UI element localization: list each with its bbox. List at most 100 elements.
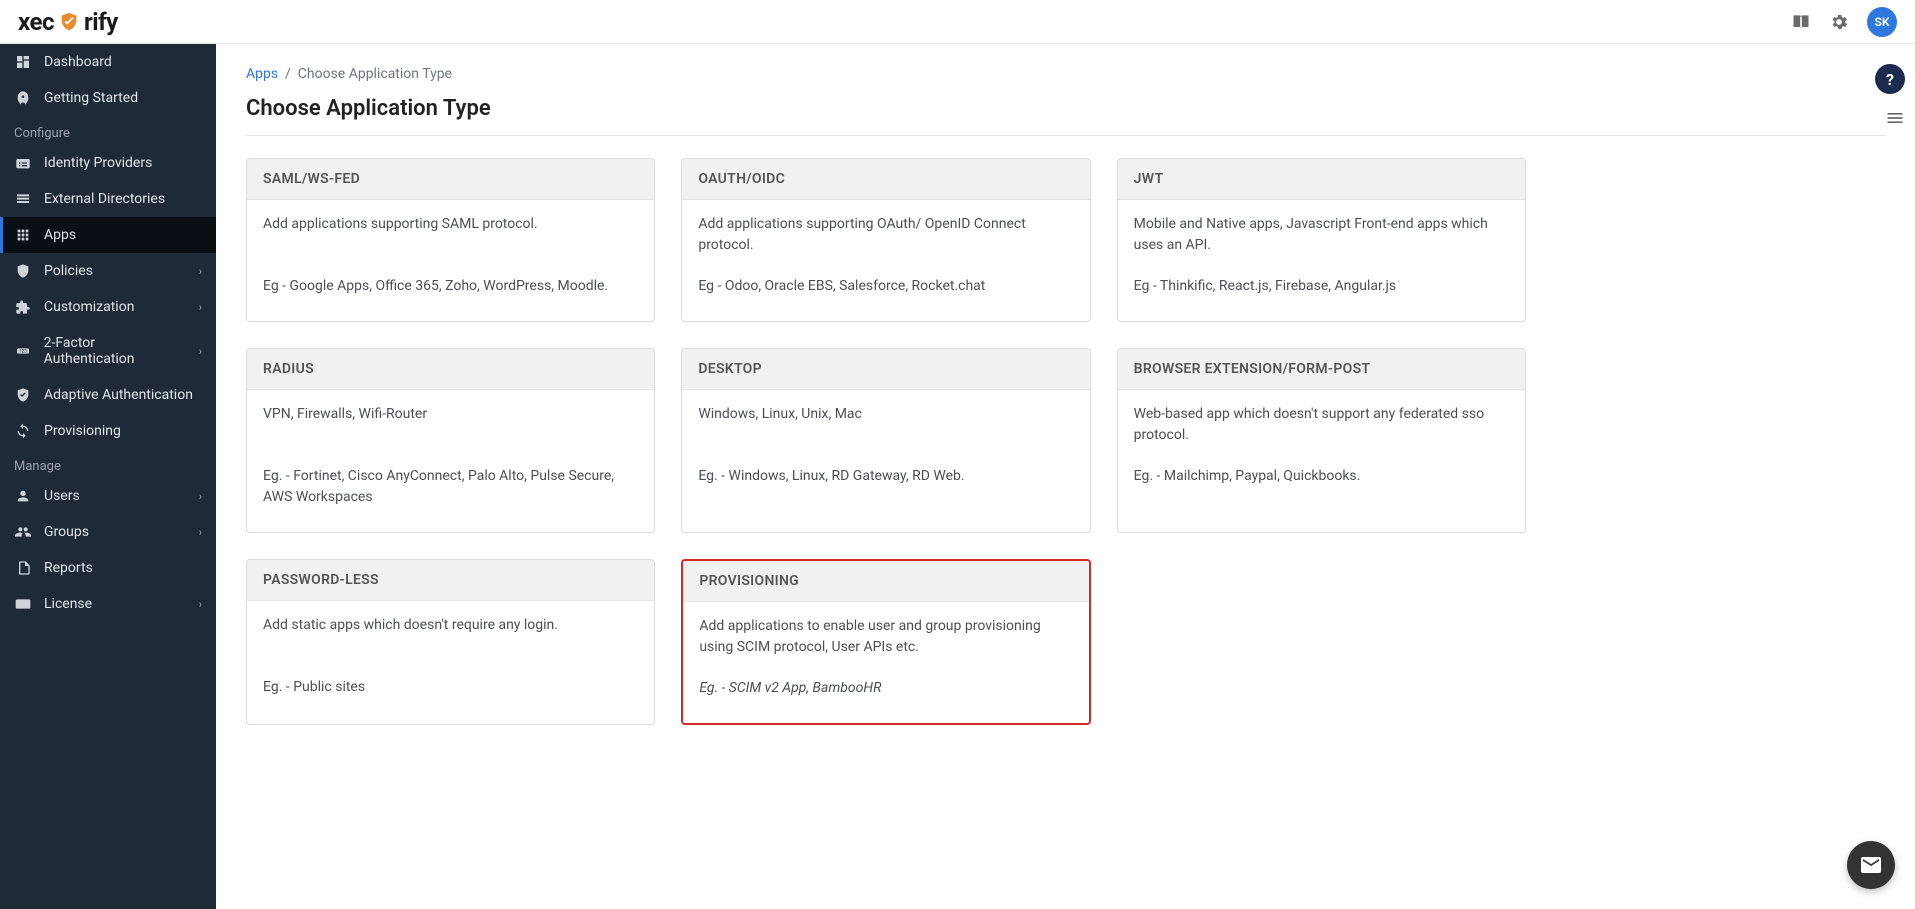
pin-icon: 123 <box>14 343 32 359</box>
clipboard-icon <box>14 560 32 576</box>
card-title: JWT <box>1118 159 1525 200</box>
top-actions: SK <box>1791 7 1897 37</box>
list-icon <box>14 191 32 207</box>
card-description: Add static apps which doesn't require an… <box>263 615 638 657</box>
sidebar-item-apps[interactable]: Apps <box>0 217 216 253</box>
gear-icon[interactable] <box>1829 12 1849 32</box>
sidebar-item-users[interactable]: Users › <box>0 478 216 514</box>
sidebar-item-external-directories[interactable]: External Directories <box>0 181 216 217</box>
puzzle-icon <box>14 299 32 315</box>
sidebar-item-label: Groups <box>44 524 89 540</box>
id-icon <box>14 155 32 171</box>
shield-icon <box>14 263 32 279</box>
sidebar-item-label: Provisioning <box>44 423 121 439</box>
brand-shield-icon <box>58 11 80 33</box>
app-type-card-desktop[interactable]: DESKTOP Windows, Linux, Unix, Mac Eg. - Wi… <box>681 348 1090 533</box>
chevron-right-icon: › <box>199 301 202 314</box>
card-example: Eg. - Fortinet, Cisco AnyConnect, Palo A… <box>263 466 638 508</box>
sidebar-item-identity-providers[interactable]: Identity Providers <box>0 145 216 181</box>
sidebar-item-adaptive-authentication[interactable]: Adaptive Authentication <box>0 377 216 413</box>
sidebar-item-groups[interactable]: Groups › <box>0 514 216 550</box>
user-icon <box>14 488 32 504</box>
main: Apps / Choose Application Type Choose Ap… <box>216 44 1915 909</box>
breadcrumb-sep: / <box>282 66 298 82</box>
card-description: Mobile and Native apps, Javascript Front… <box>1134 214 1509 256</box>
card-title: RADIUS <box>247 349 654 390</box>
sidebar-item-label: External Directories <box>44 191 165 207</box>
chevron-right-icon: › <box>199 490 202 503</box>
hamburger-icon[interactable] <box>1885 108 1905 128</box>
card-description: Add applications supporting OAuth/ OpenI… <box>698 214 1073 256</box>
sync-icon <box>14 423 32 439</box>
check-shield-icon <box>14 387 32 403</box>
sidebar-item-policies[interactable]: Policies › <box>0 253 216 289</box>
card-description: Windows, Linux, Unix, Mac <box>698 404 1073 446</box>
card-example: Eg - Odoo, Oracle EBS, Salesforce, Rocke… <box>698 276 1073 297</box>
card-description: Add applications to enable user and grou… <box>699 616 1072 658</box>
sidebar-item-label: Identity Providers <box>44 155 152 171</box>
app-type-card-password-less[interactable]: PASSWORD-LESS Add static apps which doesn… <box>246 559 655 725</box>
card-example: Eg. - SCIM v2 App, BambooHR <box>699 678 1072 699</box>
card-example: Eg. - Public sites <box>263 677 638 698</box>
sidebar-item-license[interactable]: License › <box>0 586 216 622</box>
brand-logo[interactable]: xec rify <box>18 8 118 36</box>
sidebar-item-label: Users <box>44 488 80 504</box>
sidebar-item-dashboard[interactable]: Dashboard <box>0 44 216 80</box>
card-description: VPN, Firewalls, Wifi-Router <box>263 404 638 446</box>
card-example: Eg - Google Apps, Office 365, Zoho, Word… <box>263 276 638 297</box>
page-title: Choose Application Type <box>246 96 1885 121</box>
sidebar-item-label: 2-Factor Authentication <box>44 335 187 367</box>
breadcrumb: Apps / Choose Application Type <box>246 66 1885 82</box>
card-title: BROWSER EXTENSION/FORM-POST <box>1118 349 1525 390</box>
sidebar-item-label: Getting Started <box>44 90 138 106</box>
book-icon[interactable] <box>1791 12 1811 32</box>
sidebar-item-label: License <box>44 596 92 612</box>
sidebar-item-label: Apps <box>44 227 76 243</box>
rocket-icon <box>14 90 32 106</box>
topbar: xec rify SK <box>0 0 1915 44</box>
chevron-right-icon: › <box>199 598 202 611</box>
sidebar-item-label: Customization <box>44 299 134 315</box>
chevron-right-icon: › <box>199 526 202 539</box>
dashboard-icon <box>14 54 32 70</box>
avatar[interactable]: SK <box>1867 7 1897 37</box>
sidebar-item-customization[interactable]: Customization › <box>0 289 216 325</box>
divider <box>246 135 1885 136</box>
brand-name-pre: xec <box>18 8 54 36</box>
sidebar-item-reports[interactable]: Reports <box>0 550 216 586</box>
chevron-right-icon: › <box>199 345 202 358</box>
card-title: OAUTH/OIDC <box>682 159 1089 200</box>
chevron-right-icon: › <box>199 265 202 278</box>
sidebar-item-label: Dashboard <box>44 54 112 70</box>
card-example: Eg - Thinkific, React.js, Firebase, Angu… <box>1134 276 1509 297</box>
card-grid: SAML/WS-FED Add applications supporting S… <box>246 158 1526 725</box>
sidebar-item-2-factor-authentication[interactable]: 123 2-Factor Authentication › <box>0 325 216 377</box>
apps-icon <box>14 227 32 243</box>
card-example: Eg. - Windows, Linux, RD Gateway, RD Web… <box>698 466 1073 487</box>
card-example: Eg. - Mailchimp, Paypal, Quickbooks. <box>1134 466 1509 487</box>
sidebar-section-manage: Manage <box>0 449 216 478</box>
sidebar-item-label: Policies <box>44 263 93 279</box>
card-title: SAML/WS-FED <box>247 159 654 200</box>
card-title: PASSWORD-LESS <box>247 560 654 601</box>
sidebar-item-label: Adaptive Authentication <box>44 387 193 403</box>
card-title: DESKTOP <box>682 349 1089 390</box>
sidebar-item-getting-started[interactable]: Getting Started <box>0 80 216 116</box>
app-type-card-radius[interactable]: RADIUS VPN, Firewalls, Wifi-Router Eg. - F… <box>246 348 655 533</box>
app-type-card-saml-ws-fed[interactable]: SAML/WS-FED Add applications supporting S… <box>246 158 655 322</box>
brand-name-post: rify <box>84 8 118 36</box>
sidebar: DashboardGetting Started Configure Ident… <box>0 44 216 909</box>
sidebar-item-provisioning[interactable]: Provisioning <box>0 413 216 449</box>
card-title: PROVISIONING <box>683 561 1088 602</box>
breadcrumb-current: Choose Application Type <box>298 66 452 82</box>
group-icon <box>14 524 32 540</box>
app-type-card-oauth-oidc[interactable]: OAUTH/OIDC Add applications supporting OA… <box>681 158 1090 322</box>
chat-button[interactable] <box>1847 841 1895 889</box>
app-type-card-provisioning[interactable]: PROVISIONING Add applications to enable u… <box>681 559 1090 725</box>
card-description: Add applications supporting SAML protoco… <box>263 214 638 256</box>
sidebar-item-label: Reports <box>44 560 93 576</box>
breadcrumb-root[interactable]: Apps <box>246 66 278 82</box>
app-type-card-jwt[interactable]: JWT Mobile and Native apps, Javascript Fr… <box>1117 158 1526 322</box>
help-button[interactable]: ? <box>1875 64 1905 94</box>
app-type-card-browser-extension-form-post[interactable]: BROWSER EXTENSION/FORM-POSTWeb-based app… <box>1117 348 1526 533</box>
